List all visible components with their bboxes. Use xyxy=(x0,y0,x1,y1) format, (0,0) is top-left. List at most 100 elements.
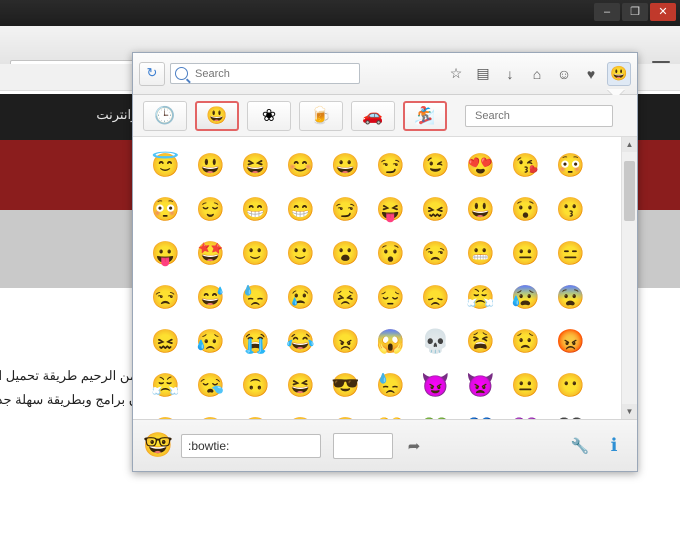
emoji-cell[interactable]: 😘 xyxy=(503,143,548,187)
emoji-cell[interactable]: 😫 xyxy=(458,319,503,363)
emoji-cell[interactable]: 😐 xyxy=(503,231,548,275)
category-animals-nature[interactable]: ❀ xyxy=(247,100,291,131)
emoji-cell[interactable]: 😁 xyxy=(233,187,278,231)
secondary-input[interactable] xyxy=(333,432,393,459)
emoji-picker-icon[interactable]: 😃 xyxy=(607,61,631,86)
emoji-cell[interactable]: 😎 xyxy=(323,363,368,407)
emoji-cell[interactable]: 😛 xyxy=(143,231,188,275)
emoji-cell[interactable]: 😮 xyxy=(323,231,368,275)
emoji-cell[interactable]: 😒 xyxy=(143,275,188,319)
emoji-cell[interactable]: 💚 xyxy=(413,407,458,419)
emoji-cell[interactable]: 😆 xyxy=(278,363,323,407)
emoji-cell[interactable]: 😞 xyxy=(413,275,458,319)
reader-list-icon[interactable]: ▤ xyxy=(472,63,494,85)
emoji-cell[interactable]: 💙 xyxy=(458,407,503,419)
emoji-search-input[interactable] xyxy=(473,108,607,123)
pocket-icon[interactable]: ♥ xyxy=(580,63,602,85)
emoji-cell[interactable]: 😁 xyxy=(278,187,323,231)
emoji-cell[interactable]: 😍 xyxy=(458,143,503,187)
emoji-search-field[interactable] xyxy=(465,104,613,127)
emoji-cell[interactable]: 😃 xyxy=(458,187,503,231)
emoji-cell[interactable]: 😣 xyxy=(323,275,368,319)
shortcode-input[interactable] xyxy=(181,433,321,458)
emoji-cell[interactable]: 😖 xyxy=(413,187,458,231)
emoji-cell[interactable]: 😢 xyxy=(278,275,323,319)
emoji-cell[interactable]: 😬 xyxy=(143,407,188,419)
emoji-cell[interactable]: 😠 xyxy=(323,319,368,363)
emoji-cell[interactable]: 😝 xyxy=(368,187,413,231)
bookmark-star-icon[interactable]: ☆ xyxy=(445,63,467,85)
emoji-cell[interactable]: 😡 xyxy=(548,319,593,363)
emoji-cell[interactable]: 🙃 xyxy=(233,363,278,407)
emoji-cell[interactable]: 😔 xyxy=(368,275,413,319)
emoji-cell[interactable]: 🤩 xyxy=(188,231,233,275)
emoji-cell[interactable]: 😭 xyxy=(233,319,278,363)
emoji-cell[interactable]: 😍 xyxy=(278,407,323,419)
emoji-cell[interactable]: 😓 xyxy=(368,363,413,407)
category-smileys-people[interactable]: 😃 xyxy=(195,100,239,131)
emoji-cell[interactable]: 😪 xyxy=(188,363,233,407)
emoji-cell[interactable]: 😟 xyxy=(503,319,548,363)
emoji-cell[interactable]: 😶 xyxy=(548,363,593,407)
emoji-cell[interactable]: 😤 xyxy=(143,363,188,407)
scroll-down-icon[interactable]: ▼ xyxy=(622,404,637,419)
emoji-cell[interactable]: 😒 xyxy=(413,231,458,275)
search-input[interactable] xyxy=(193,66,357,81)
emoji-cell[interactable]: 💜 xyxy=(503,407,548,419)
smiley-extension-icon[interactable]: ☺ xyxy=(553,63,575,85)
maximize-button[interactable]: ❐ xyxy=(622,3,648,21)
emoji-cell[interactable]: 😈 xyxy=(413,363,458,407)
settings-wrench-icon[interactable]: 🔧 xyxy=(567,433,593,459)
scroll-up-icon[interactable]: ▲ xyxy=(622,137,637,152)
emoji-cell[interactable]: 😐 xyxy=(503,363,548,407)
emoji-cell[interactable]: 😌 xyxy=(188,187,233,231)
emoji-cell[interactable]: 😑 xyxy=(548,231,593,275)
emoji-cell[interactable]: 😏 xyxy=(323,187,368,231)
emoji-cell[interactable]: 🖤 xyxy=(548,407,593,419)
emoji-cell[interactable]: 😯 xyxy=(503,187,548,231)
emoji-cell[interactable]: 😉 xyxy=(413,143,458,187)
emoji-cell[interactable]: 🙂 xyxy=(233,231,278,275)
emoji-cell[interactable]: 😆 xyxy=(233,143,278,187)
emoji-cell[interactable]: 😍 xyxy=(323,407,368,419)
emoji-cell[interactable]: 😯 xyxy=(368,231,413,275)
emoji-cell[interactable]: 😊 xyxy=(278,143,323,187)
download-icon[interactable]: ↓ xyxy=(499,63,521,85)
category-travel-places[interactable]: 🚗 xyxy=(351,100,395,131)
emoji-grid-scrollbar[interactable]: ▲ ▼ xyxy=(621,137,637,419)
emoji-cell[interactable]: 😃 xyxy=(188,143,233,187)
toolbar-search-field[interactable] xyxy=(170,63,360,84)
category-food-drink[interactable]: 🍺 xyxy=(299,100,343,131)
emoji-cell[interactable]: 😳 xyxy=(548,143,593,187)
emoji-cell[interactable]: 👿 xyxy=(458,363,503,407)
emoji-cell[interactable]: 😀 xyxy=(323,143,368,187)
emoji-cell[interactable]: 😅 xyxy=(188,275,233,319)
share-icon[interactable]: ➦ xyxy=(401,433,427,459)
emoji-cell[interactable]: 😔 xyxy=(188,407,233,419)
emoji-cell[interactable]: 😚 xyxy=(233,407,278,419)
minimize-button[interactable]: – xyxy=(594,3,620,21)
emoji-cell[interactable]: 😗 xyxy=(548,187,593,231)
close-button[interactable]: ✕ xyxy=(650,3,676,21)
emoji-cell[interactable]: 😱 xyxy=(368,319,413,363)
emoji-cell[interactable]: 😨 xyxy=(548,275,593,319)
emoji-cell[interactable]: 🙂 xyxy=(278,231,323,275)
emoji-cell[interactable]: 😤 xyxy=(458,275,503,319)
scrollbar-thumb[interactable] xyxy=(624,161,635,221)
emoji-cell[interactable]: 😖 xyxy=(143,319,188,363)
category-recent[interactable]: 🕒 xyxy=(143,100,187,131)
emoji-cell[interactable]: 😰 xyxy=(503,275,548,319)
home-icon[interactable]: ⌂ xyxy=(526,63,548,85)
emoji-cell[interactable]: 😏 xyxy=(368,143,413,187)
category-activity-objects[interactable]: 🏂 xyxy=(403,100,447,131)
emoji-cell[interactable]: 😬 xyxy=(458,231,503,275)
emoji-cell[interactable]: 💀 xyxy=(413,319,458,363)
reload-button[interactable]: ↻ xyxy=(139,61,165,86)
emoji-cell[interactable]: 😓 xyxy=(233,275,278,319)
emoji-cell[interactable]: 😥 xyxy=(188,319,233,363)
emoji-cell[interactable]: 💛 xyxy=(368,407,413,419)
emoji-cell[interactable]: 😂 xyxy=(278,319,323,363)
info-icon[interactable]: ℹ xyxy=(601,433,627,459)
emoji-cell[interactable]: 😇 xyxy=(143,143,188,187)
emoji-cell[interactable]: 😳 xyxy=(143,187,188,231)
